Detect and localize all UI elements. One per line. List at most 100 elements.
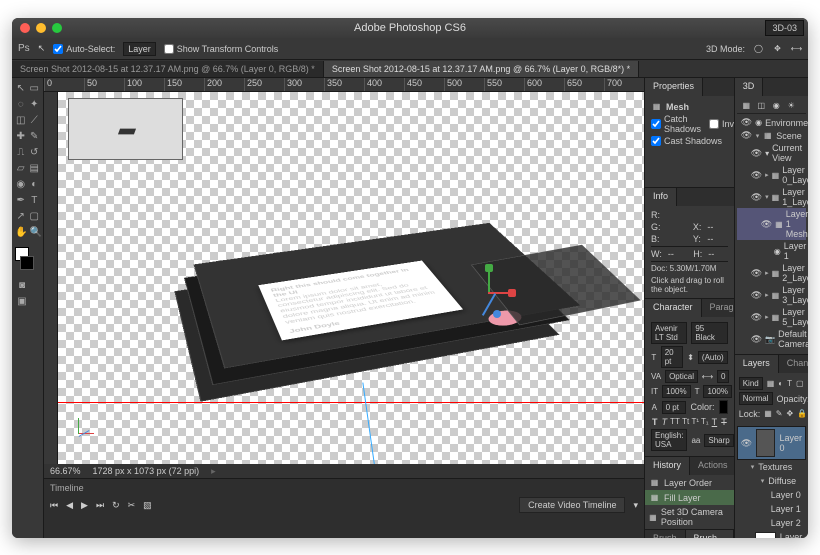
eyedropper-tool-icon[interactable]: ⟋	[29, 113, 41, 127]
filter-pixel-icon[interactable]: ▦	[767, 378, 775, 389]
create-timeline-button[interactable]: Create Video Timeline	[519, 497, 625, 513]
properties-tab[interactable]: Properties	[645, 78, 703, 96]
crop-tool-icon[interactable]: ◫	[15, 113, 27, 127]
dodge-tool-icon[interactable]: ◐	[29, 177, 41, 191]
caps-icon[interactable]: TT	[670, 416, 680, 427]
lock-trans-icon[interactable]: ▦	[764, 408, 772, 419]
actions-tab[interactable]: Actions	[690, 457, 734, 475]
subscript-icon[interactable]: T₁	[701, 416, 709, 427]
layer-thumbnail[interactable]	[756, 429, 775, 457]
italic-icon[interactable]: T	[661, 416, 669, 427]
strike-icon[interactable]: T	[720, 416, 728, 427]
bold-icon[interactable]: T	[651, 416, 659, 427]
x-axis-handle[interactable]	[508, 289, 516, 297]
quickmask-icon[interactable]: ◙	[15, 278, 29, 292]
tree-item-material[interactable]: ◉Layer 1	[737, 240, 806, 262]
tree-item-current-view[interactable]: 👁▾Current View	[737, 142, 806, 164]
auto-select-target-select[interactable]: Layer	[123, 42, 156, 56]
lock-pixels-icon[interactable]: ✎	[776, 408, 783, 419]
brush-presets-tab[interactable]: Brush Presets	[686, 530, 734, 538]
secondary-view[interactable]	[68, 98, 183, 160]
brush-tool-icon[interactable]: ✎	[29, 129, 41, 143]
layer-row[interactable]: Layer 2	[737, 516, 806, 530]
pen-tool-icon[interactable]: ✒	[15, 193, 27, 207]
timeline-transition-icon[interactable]: ▧	[143, 500, 152, 511]
timeline-loop-icon[interactable]: ↻	[112, 500, 120, 511]
layer-row[interactable]: Layer 0	[737, 488, 806, 502]
tree-item-layer[interactable]: 👁▸▦Layer 5_Layer	[737, 306, 806, 328]
pan-icon[interactable]: ✥	[772, 43, 783, 54]
workspace-button[interactable]: 3D-03	[765, 20, 804, 36]
layer-name[interactable]: Layer 1	[771, 504, 801, 514]
eraser-tool-icon[interactable]: ▱	[15, 161, 27, 175]
timeline-play-icon[interactable]: ▶	[81, 500, 88, 511]
language-select[interactable]: English: USA	[651, 429, 687, 451]
type-tool-icon[interactable]: T	[29, 193, 41, 207]
zoom-tool-icon[interactable]: 🔍	[29, 225, 41, 239]
layer-row[interactable]: Layer 1	[737, 502, 806, 516]
lasso-tool-icon[interactable]: ◌	[15, 97, 27, 111]
timeline-prev-icon[interactable]: ◀	[66, 500, 73, 511]
tracking-input[interactable]: 0	[717, 370, 729, 383]
lock-all-icon[interactable]: 🔒	[797, 408, 807, 419]
baseline-input[interactable]: 0 pt	[662, 401, 687, 414]
filter-shape-icon[interactable]: ▢	[796, 378, 804, 389]
tree-item-scene[interactable]: 👁▾▦Scene	[737, 129, 806, 142]
timeline-next-icon[interactable]: ⏭	[96, 500, 104, 511]
y-axis-handle[interactable]	[485, 264, 493, 272]
history-tab[interactable]: History	[645, 457, 690, 475]
stamp-tool-icon[interactable]: ⎍	[15, 145, 27, 159]
history-item[interactable]: ▦Fill Layer	[645, 490, 734, 505]
auto-select-checkbox[interactable]: Auto-Select:	[53, 44, 115, 54]
cast-shadows-checkbox[interactable]: Cast Shadows	[651, 136, 722, 146]
filter-all-icon[interactable]: ▦	[741, 100, 752, 111]
layer-row[interactable]: 👁Layer 0	[737, 426, 806, 460]
leading-input[interactable]: (Auto)	[698, 351, 728, 364]
vscale-input[interactable]: 100%	[662, 385, 690, 398]
tree-item-layer[interactable]: 👁▸▦Layer 0_Layer	[737, 164, 806, 186]
filter-mesh-icon[interactable]: ◫	[756, 100, 767, 111]
history-item[interactable]: ▦Set 3D Camera Position	[645, 505, 734, 529]
gradient-tool-icon[interactable]: ▤	[29, 161, 41, 175]
paragraph-tab[interactable]: Paragraph	[702, 299, 734, 317]
font-weight-select[interactable]: 95 Black	[691, 322, 727, 344]
kerning-select[interactable]: Optical	[665, 370, 698, 383]
history-item[interactable]: ▦Layer Order	[645, 475, 734, 490]
3d-tab[interactable]: 3D	[735, 78, 764, 96]
lock-pos-icon[interactable]: ✥	[787, 408, 794, 419]
z-axis-handle[interactable]	[493, 310, 501, 318]
font-size-input[interactable]: 20 pt	[661, 346, 684, 368]
invisible-checkbox[interactable]: Invisible	[709, 119, 734, 129]
filter-material-icon[interactable]: ◉	[771, 100, 782, 111]
show-transform-checkbox[interactable]: Show Transform Controls	[164, 44, 279, 54]
layer-row[interactable]: ▾Diffuse	[737, 474, 806, 488]
blur-tool-icon[interactable]: ◉	[15, 177, 27, 191]
timeline-first-icon[interactable]: ⏮	[50, 500, 58, 511]
orbit-icon[interactable]: ◯	[753, 43, 764, 54]
layer-name[interactable]: Layer 3	[780, 532, 803, 538]
blend-mode-select[interactable]: Normal	[739, 392, 773, 405]
slide-icon[interactable]: ⟷	[791, 43, 802, 54]
shape-tool-icon[interactable]: ▢	[29, 209, 41, 223]
3d-scene[interactable]: Right this should come together in the U…	[178, 192, 558, 412]
tree-item-camera[interactable]: 👁📷Default Camera	[737, 328, 806, 350]
timeline-cut-icon[interactable]: ✂	[128, 500, 136, 511]
brush-tab[interactable]: Brush	[645, 530, 686, 538]
heal-tool-icon[interactable]: ✚	[15, 129, 27, 143]
canvas[interactable]: Right this should come together in the U…	[58, 92, 644, 464]
channels-tab[interactable]: Channels	[779, 355, 808, 373]
tree-item-layer[interactable]: 👁▸▦Layer 3_Layer	[737, 284, 806, 306]
character-tab[interactable]: Character	[645, 299, 702, 317]
font-family-select[interactable]: Avenir LT Std	[651, 322, 687, 344]
layer-name[interactable]: Textures	[758, 462, 792, 472]
info-tab[interactable]: Info	[645, 188, 677, 206]
marquee-tool-icon[interactable]: ▭	[29, 81, 41, 95]
filter-adj-icon[interactable]: ◐	[778, 378, 783, 389]
tree-item-environment[interactable]: 👁◉Environment	[737, 116, 806, 129]
smallcaps-icon[interactable]: Tt	[682, 416, 690, 427]
text-color-swatch[interactable]	[719, 400, 728, 414]
layer-row[interactable]: 👁Layer 3	[737, 530, 806, 538]
antialias-select[interactable]: Sharp	[704, 434, 733, 447]
layer-kind-filter[interactable]: Kind	[739, 377, 763, 390]
underline-icon[interactable]: T	[711, 416, 719, 427]
